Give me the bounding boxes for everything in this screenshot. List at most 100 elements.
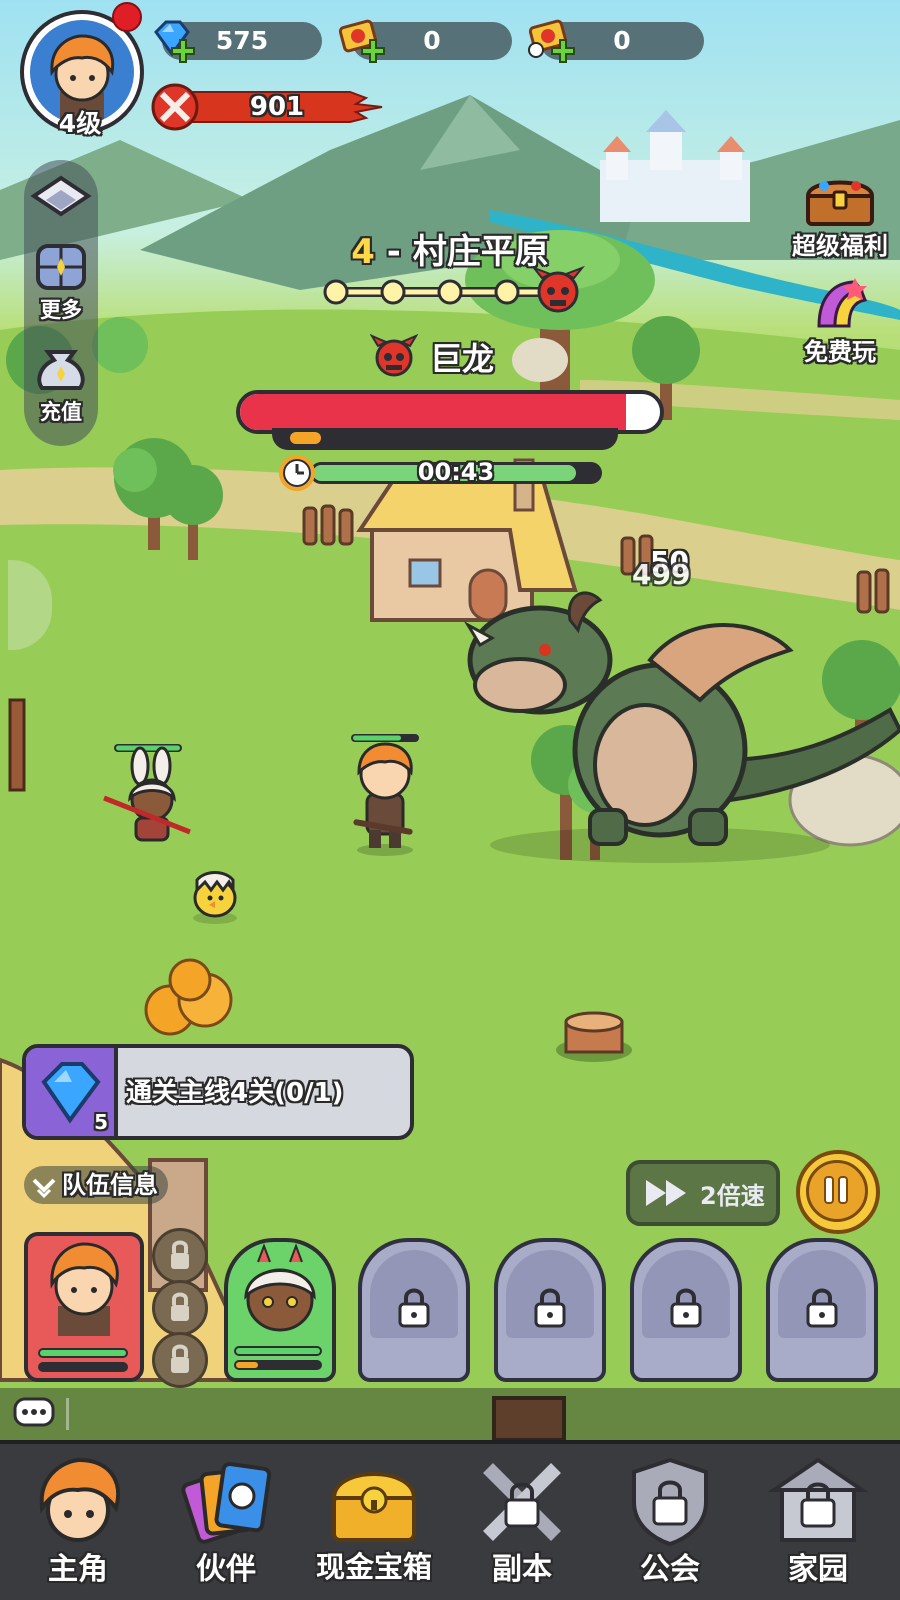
combat-power-value: 901 <box>249 92 305 122</box>
ticket-count: 0 <box>423 26 441 55</box>
hero-slot-locked[interactable] <box>630 1238 742 1382</box>
stage-node <box>494 279 520 305</box>
lock-icon <box>171 1240 189 1269</box>
partner-energy-bar <box>234 1360 322 1370</box>
skill-slot-locked[interactable] <box>152 1332 208 1388</box>
guild-shield-locked-icon <box>632 1457 708 1547</box>
collapse-menu-button[interactable] <box>24 172 98 226</box>
nav-hero-label: 主角 <box>48 1552 108 1587</box>
recharge-label: 充值 <box>40 400 82 424</box>
bunny-partner-portrait-icon <box>244 1243 316 1332</box>
super-bonus-button[interactable]: 超级福利 <box>788 172 892 261</box>
more-button[interactable]: 更多 <box>24 242 98 324</box>
hero-slot-locked[interactable] <box>494 1238 606 1382</box>
boss-health-fill <box>240 394 627 430</box>
add-tickets-icon[interactable] <box>360 38 386 64</box>
fast-forward-icon <box>646 1180 686 1206</box>
stage-progress-track <box>323 265 586 313</box>
nav-partner-label: 伙伴 <box>196 1552 256 1587</box>
partner-hp-bar <box>234 1346 322 1356</box>
hero-slot-locked[interactable] <box>358 1238 470 1382</box>
side-menu: 更多 充值 <box>24 160 98 446</box>
team-info-button[interactable]: 队伍信息 <box>24 1166 168 1204</box>
tree-stump-illustration <box>556 1011 632 1062</box>
nav-hero[interactable]: 主角 <box>4 1444 152 1600</box>
quest-reward-count: 5 <box>94 1110 108 1134</box>
speed-toggle-button[interactable]: 2倍速 <box>626 1160 780 1226</box>
super-bonus-label: 超级福利 <box>792 232 888 260</box>
speed-label: 2倍速 <box>700 1182 765 1210</box>
skill-slot-locked[interactable] <box>152 1228 208 1284</box>
quest-text: 通关主线4关(0/1) <box>126 1078 344 1108</box>
gold-chest-icon <box>331 1472 417 1542</box>
nav-dungeon[interactable]: 副本 <box>448 1444 596 1600</box>
damage-number: 499 <box>632 558 691 591</box>
stage-node <box>437 279 463 305</box>
notification-dot <box>112 2 142 32</box>
chevron-diamond-icon <box>30 175 92 217</box>
hero-energy-bar <box>38 1362 128 1372</box>
nav-cash-chest-label: 现金宝箱 <box>315 1550 432 1584</box>
home-locked-icon <box>768 1457 868 1542</box>
money-bag-icon <box>37 350 85 390</box>
lock-icon <box>171 1292 189 1321</box>
dragon-boss-sprite[interactable] <box>460 590 900 870</box>
crossed-swords-icon <box>151 83 199 131</box>
castle-illustration <box>600 110 750 222</box>
lock-icon <box>534 1288 566 1328</box>
bunny-partner-sprite[interactable] <box>100 742 195 852</box>
hero-portrait-icon <box>50 1242 119 1336</box>
add-gems-icon[interactable] <box>170 38 196 64</box>
pause-icon <box>824 1176 848 1204</box>
nav-home-label: 家园 <box>788 1552 848 1587</box>
chat-bar[interactable] <box>0 1388 900 1440</box>
free-play-label: 免费玩 <box>804 338 876 366</box>
lock-icon <box>171 1344 189 1373</box>
chat-bubble-icon <box>13 1397 55 1427</box>
hero-slot-partner[interactable] <box>224 1238 336 1382</box>
skill-slot-locked[interactable] <box>152 1280 208 1336</box>
nav-guild[interactable]: 公会 <box>596 1444 744 1600</box>
bottom-navigation: 主角 伙伴 现金宝箱 副本 公会 家园 <box>0 1440 900 1600</box>
stage-node <box>323 279 349 305</box>
hero-hp-bar <box>38 1348 128 1358</box>
nav-dungeon-label: 副本 <box>492 1552 552 1587</box>
player-level: 4级 <box>58 109 102 138</box>
chick-pet-sprite <box>193 871 237 924</box>
pause-button[interactable] <box>796 1150 880 1234</box>
boss-skull-icon <box>530 265 586 313</box>
hero-face-icon <box>39 1457 121 1542</box>
lock-icon <box>398 1288 430 1328</box>
boss-name: 巨龙 <box>430 340 495 378</box>
treasure-chest-icon <box>805 180 875 226</box>
nav-partner[interactable]: 伙伴 <box>152 1444 300 1600</box>
lock-icon <box>670 1288 702 1328</box>
hero-slot-locked[interactable] <box>766 1238 878 1382</box>
stage-node <box>380 279 406 305</box>
chevron-down-icon <box>32 1178 56 1199</box>
add-timed-tickets-icon[interactable] <box>550 38 576 64</box>
battle-timer-text: 00:43 <box>417 458 495 486</box>
hero-character-sprite[interactable] <box>345 732 425 857</box>
more-grid-icon <box>36 244 86 290</box>
boss-rage-bar <box>272 428 618 450</box>
nav-guild-label: 公会 <box>640 1552 700 1587</box>
timed-ticket-count: 0 <box>613 26 631 55</box>
nav-home[interactable]: 家园 <box>744 1444 892 1600</box>
dungeon-swords-locked-icon <box>483 1463 561 1541</box>
quest-reward-slot: 5 <box>26 1048 118 1136</box>
main-quest-panel[interactable]: 5 通关主线4关(0/1) <box>22 1044 414 1140</box>
nav-cash-chest[interactable]: 现金宝箱 <box>300 1444 448 1600</box>
hero-slot-main[interactable] <box>24 1232 144 1382</box>
boss-rage-fill <box>290 432 321 444</box>
free-play-button[interactable]: 免费玩 <box>790 276 890 367</box>
more-label: 更多 <box>40 298 82 322</box>
rainbow-gift-icon <box>817 278 868 328</box>
game-screen: 50 499 4级 575 0 0 901 更多 充值 超级福利 免费玩 4 -… <box>0 0 900 1600</box>
gem-count: 575 <box>215 26 269 55</box>
recharge-button[interactable]: 充值 <box>24 344 98 426</box>
partner-cards-icon <box>181 1462 272 1544</box>
team-info-label: 队伍信息 <box>62 1171 158 1199</box>
boss-skull-icon <box>370 334 418 377</box>
lock-icon <box>806 1288 838 1328</box>
